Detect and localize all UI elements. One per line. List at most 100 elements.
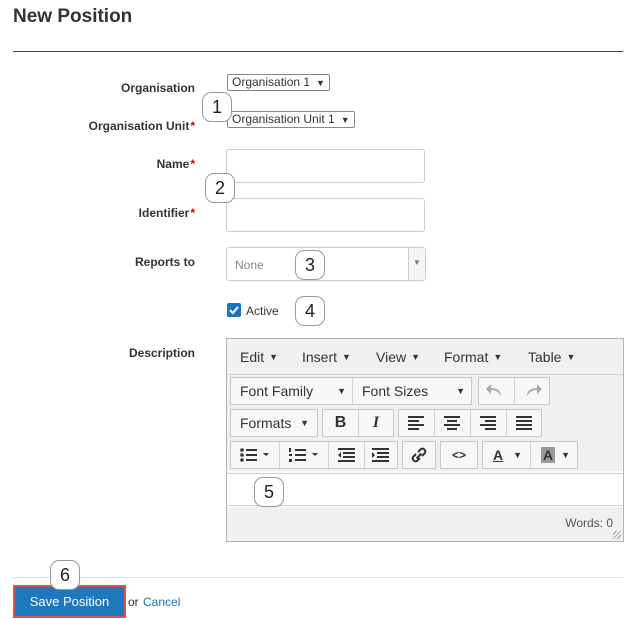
active-label: Active <box>246 304 279 318</box>
callout-6: 6 <box>50 560 80 590</box>
text-color-icon: A <box>493 447 504 463</box>
font-family-label: Font Family <box>240 383 314 399</box>
numbered-list-button[interactable] <box>280 442 328 468</box>
description-editor[interactable]: Edit ▼ Insert ▼ View ▼ Format ▼ Table ▼ Font … <box>226 338 624 542</box>
undo-icon <box>486 384 501 396</box>
bullet-list-icon <box>240 448 269 462</box>
align-right-button[interactable] <box>471 410 506 436</box>
required-marker: * <box>190 157 195 171</box>
text-style-group: B I <box>322 409 394 437</box>
cancel-link[interactable]: Cancel <box>143 595 180 609</box>
editor-toolbar-row-2: Formats ▼ B I <box>227 407 623 439</box>
callout-3: 3 <box>295 250 325 280</box>
outdent-button[interactable] <box>329 442 364 468</box>
link-group <box>402 441 436 469</box>
reports-to-label-text: Reports to <box>135 255 195 269</box>
name-input[interactable] <box>226 149 425 183</box>
chevron-down-icon: ▼ <box>340 115 350 125</box>
indent-button[interactable] <box>365 442 397 468</box>
indent-icon <box>372 448 389 462</box>
or-text: or <box>128 595 139 609</box>
menu-view-label: View <box>376 349 407 365</box>
description-label: Description <box>0 346 195 360</box>
align-center-icon <box>444 416 460 430</box>
caret-down-icon: ▼ <box>411 352 421 362</box>
color-group: A ▼ A ▼ <box>482 441 578 469</box>
outdent-icon <box>338 448 355 462</box>
identifier-input[interactable] <box>226 198 425 232</box>
undo-button[interactable] <box>479 378 514 404</box>
editor-menubar: Edit ▼ Insert ▼ View ▼ Format ▼ Table ▼ <box>227 339 623 375</box>
organisation-label-text: Organisation <box>120 81 195 95</box>
align-justify-icon <box>516 416 532 430</box>
organisation-label: Organisation <box>0 81 195 95</box>
page-title: New Position <box>13 6 133 27</box>
formats-label: Formats <box>240 415 292 431</box>
callout-4: 4 <box>295 296 325 326</box>
active-checkbox[interactable] <box>227 303 241 317</box>
menu-format-label: Format <box>444 349 489 365</box>
link-icon <box>411 447 427 463</box>
footer-divider <box>13 577 623 578</box>
description-label-text: Description <box>128 346 195 360</box>
caret-down-icon: ▼ <box>300 418 309 428</box>
caret-down-icon: ▼ <box>337 386 346 396</box>
organisation-unit-select[interactable]: Organisation Unit 1 ▼ <box>227 111 355 128</box>
reports-to-label: Reports to <box>0 255 195 269</box>
identifier-label-text: Identifier <box>138 206 190 220</box>
menu-view[interactable]: View ▼ <box>376 349 420 365</box>
name-label: Name* <box>0 157 195 171</box>
history-group <box>478 377 550 405</box>
caret-down-icon: ▼ <box>456 386 465 396</box>
redo-icon <box>527 384 542 396</box>
italic-button[interactable]: I <box>359 410 393 436</box>
editor-toolbar-row-3: <> A ▼ A ▼ <box>227 439 623 471</box>
callout-1: 1 <box>202 92 232 122</box>
word-count: Words: 0 <box>565 516 613 530</box>
align-center-button[interactable] <box>435 410 470 436</box>
formats-group: Formats ▼ <box>230 409 318 437</box>
resize-handle[interactable] <box>613 531 621 539</box>
link-button[interactable] <box>403 442 435 468</box>
reports-to-select[interactable]: None ▼ <box>226 247 426 281</box>
organisation-unit-label-text: Organisation Unit <box>88 119 190 133</box>
font-family-select[interactable]: Font Family ▼ <box>231 378 352 404</box>
menu-edit-label: Edit <box>240 349 265 365</box>
menu-insert[interactable]: Insert ▼ <box>302 349 351 365</box>
menu-table-label: Table <box>528 349 562 365</box>
header-divider <box>13 51 623 52</box>
reports-to-toggle[interactable]: ▼ <box>408 248 425 280</box>
organisation-unit-select-value: Organisation Unit 1 <box>232 112 335 126</box>
identifier-label: Identifier* <box>0 206 195 220</box>
caret-down-icon: ▼ <box>566 352 576 362</box>
list-indent-group <box>230 441 398 469</box>
menu-edit[interactable]: Edit ▼ <box>240 349 278 365</box>
caret-down-icon: ▼ <box>513 450 522 460</box>
required-marker: * <box>190 206 195 220</box>
caret-down-icon: ▼ <box>269 352 279 362</box>
source-code-button[interactable]: <> <box>441 442 477 468</box>
bold-button[interactable]: B <box>323 410 358 436</box>
menu-format[interactable]: Format ▼ <box>444 349 502 365</box>
editor-content-area[interactable] <box>227 473 623 506</box>
background-color-button[interactable]: A ▼ <box>531 442 577 468</box>
redo-button[interactable] <box>515 378 549 404</box>
text-color-button[interactable]: A ▼ <box>483 442 530 468</box>
caret-down-icon: ▼ <box>493 352 503 362</box>
checkmark-icon <box>229 306 239 315</box>
background-color-icon: A <box>541 447 556 463</box>
organisation-unit-label: Organisation Unit* <box>0 119 195 133</box>
alignment-group <box>398 409 542 437</box>
align-justify-button[interactable] <box>507 410 541 436</box>
menu-table[interactable]: Table ▼ <box>528 349 575 365</box>
bullet-list-button[interactable] <box>231 442 279 468</box>
organisation-select[interactable]: Organisation 1 ▼ <box>227 74 330 91</box>
callout-2: 2 <box>205 173 235 203</box>
formats-select[interactable]: Formats ▼ <box>231 410 317 436</box>
menu-insert-label: Insert <box>302 349 338 365</box>
required-marker: * <box>190 119 195 133</box>
font-sizes-select[interactable]: Font Sizes ▼ <box>353 378 471 404</box>
align-left-button[interactable] <box>399 410 434 436</box>
numbered-list-icon <box>289 448 318 462</box>
name-label-text: Name <box>156 157 190 171</box>
